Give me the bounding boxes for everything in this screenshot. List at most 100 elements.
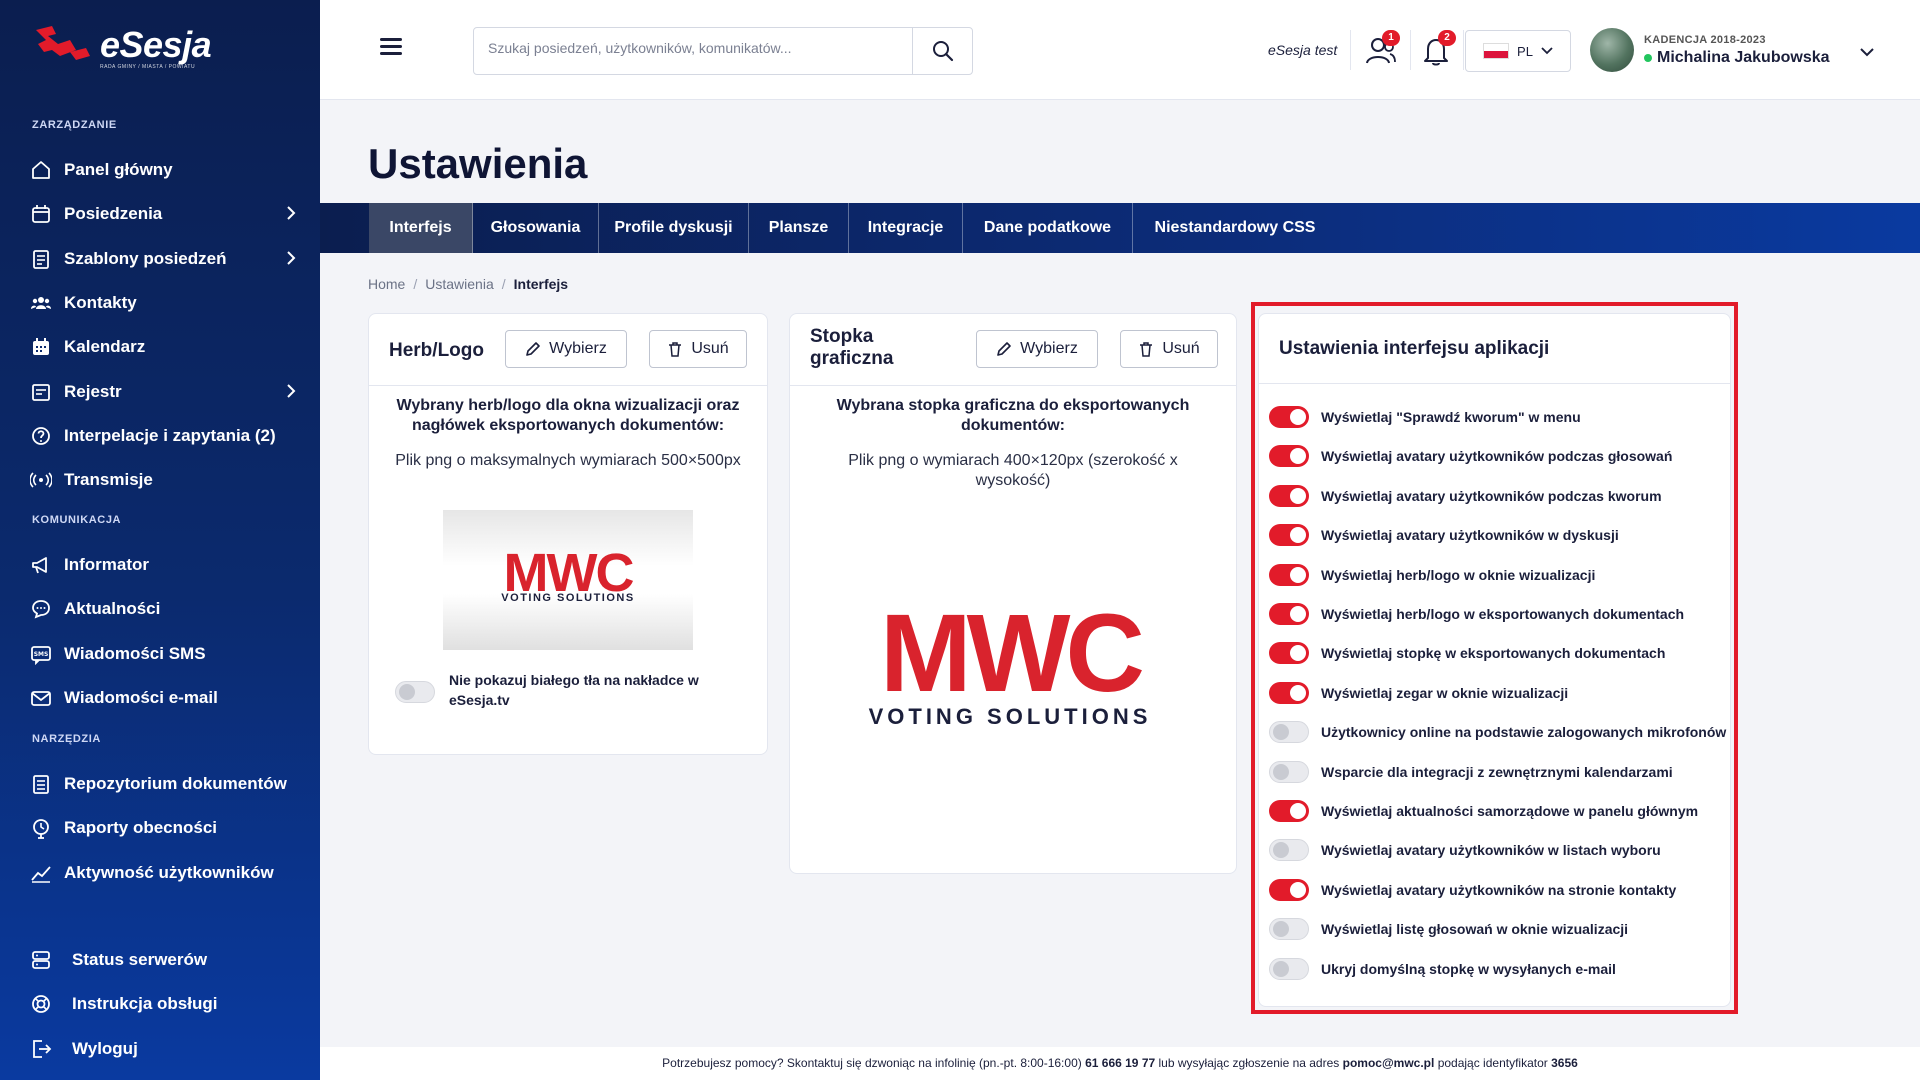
online-status-dot xyxy=(1644,53,1652,62)
user-name: Michalina Jakubowska xyxy=(1657,48,1830,66)
sidebar-item-label: Kalendarz xyxy=(64,337,146,357)
sidebar: eSesja RADA GMINY / MIASTA / POWIATU ZAR… xyxy=(0,0,320,1080)
section-communication: KOMUNIKACJA xyxy=(32,514,122,526)
sidebar-item-szablony-posiedzen[interactable]: Szablony posiedzeń xyxy=(30,241,300,277)
sidebar-item-aktywnosc-uzytkownikow[interactable]: Aktywność użytkowników xyxy=(30,855,300,891)
tab-dane-podatkowe[interactable]: Dane podatkowe xyxy=(963,203,1133,253)
breadcrumb-home[interactable]: Home xyxy=(368,276,405,292)
user-menu-chevron-icon[interactable] xyxy=(1860,44,1874,62)
search-icon xyxy=(932,41,953,62)
svg-text:SMS: SMS xyxy=(34,651,49,658)
users-badge: 1 xyxy=(1382,30,1400,46)
menu-toggle-icon[interactable] xyxy=(380,38,402,56)
sidebar-item-kontakty[interactable]: Kontakty xyxy=(30,285,300,321)
sidebar-item-informator[interactable]: Informator xyxy=(30,547,300,583)
search-input[interactable] xyxy=(488,40,888,56)
sidebar-item-label: Informator xyxy=(64,555,149,574)
brand-name: eSesja xyxy=(100,24,212,65)
help-phone[interactable]: 61 666 19 77 xyxy=(1085,1056,1155,1070)
logo-card-title: Herb/Logo xyxy=(389,340,484,361)
trash-icon xyxy=(669,342,682,357)
brand-logo[interactable]: eSesja RADA GMINY / MIASTA / POWIATU xyxy=(30,22,212,70)
avatar xyxy=(1590,28,1634,72)
tab-plansze[interactable]: Plansze xyxy=(749,203,849,253)
highlight-frame xyxy=(1251,302,1738,1014)
calendar-grid-icon xyxy=(30,336,52,358)
tab-interfejs[interactable]: Interfejs xyxy=(369,203,473,253)
trash-icon xyxy=(1140,342,1153,357)
sidebar-item-wiadomosci-sms[interactable]: SMS Wiadomości SMS xyxy=(30,636,300,672)
sidebar-item-label: Posiedzenia xyxy=(64,204,163,224)
sidebar-item-kalendarz[interactable]: Kalendarz xyxy=(30,329,300,365)
help-email[interactable]: pomoc@mwc.pl xyxy=(1343,1056,1435,1070)
sidebar-item-status-serwerow[interactable]: Status serwerów xyxy=(30,942,300,978)
tab-profile-dyskusji[interactable]: Profile dyskusji xyxy=(599,203,749,253)
logo-preview-subtitle: VOTING SOLUTIONS xyxy=(501,592,635,604)
brand-tagline: RADA GMINY / MIASTA / POWIATU xyxy=(100,64,196,70)
sidebar-item-instrukcja-obslugi[interactable]: Instrukcja obsługi xyxy=(30,986,300,1022)
remove-logo-button[interactable]: Usuń xyxy=(649,330,747,368)
question-icon xyxy=(30,425,52,447)
chevron-right-icon xyxy=(286,383,296,404)
server-icon xyxy=(30,949,52,971)
section-tools: NARZĘDZIA xyxy=(32,733,101,745)
sidebar-item-interpelacje-i-zapytania-2[interactable]: Interpelacje i zapytania (2) xyxy=(30,418,300,454)
help-footer: Potrzebujesz pomocy? Skontaktuj się dzwo… xyxy=(320,1047,1920,1080)
pencil-icon xyxy=(997,342,1011,356)
sidebar-item-rejestr[interactable]: Rejestr xyxy=(30,374,300,410)
logo-description: Plik png o maksymalnych wymiarach 500×50… xyxy=(395,452,741,469)
poland-flag-icon xyxy=(1483,43,1510,59)
sidebar-item-wiadomosci-e-mail[interactable]: Wiadomości e-mail xyxy=(30,680,300,716)
logo-preview-mark: MWC xyxy=(503,543,635,603)
chevron-down-icon xyxy=(1541,47,1553,55)
language-selector[interactable]: PL xyxy=(1465,30,1571,72)
notifications-button[interactable]: 2 xyxy=(1418,30,1456,68)
tab-glosowania[interactable]: Głosowania xyxy=(473,203,599,253)
sidebar-item-aktualnosci[interactable]: Aktualności xyxy=(30,591,300,627)
environment-label: eSesja test xyxy=(1268,42,1338,58)
search-button[interactable] xyxy=(912,28,972,74)
sidebar-item-raporty-obecnosci[interactable]: Raporty obecności xyxy=(30,810,300,846)
white-background-toggle[interactable] xyxy=(395,681,435,703)
tab-niestandardowy-css[interactable]: Niestandardowy CSS xyxy=(1133,203,1337,253)
choose-footer-button[interactable]: Wybierz xyxy=(976,330,1098,368)
user-term: KADENCJA 2018-2023 xyxy=(1644,33,1766,46)
breadcrumb-settings[interactable]: Ustawienia xyxy=(425,276,493,292)
register-icon xyxy=(30,381,52,403)
logo-preview: MWC VOTING SOLUTIONS xyxy=(443,510,693,650)
logout-icon xyxy=(30,1038,52,1060)
settings-tabs: Interfejs Głosowania Profile dyskusji Pl… xyxy=(320,203,1920,253)
logo-description-bold: Wybrany herb/logo dla okna wizualizacji … xyxy=(396,397,740,434)
sidebar-item-wyloguj[interactable]: Wyloguj xyxy=(30,1031,300,1067)
chevron-right-icon xyxy=(286,250,296,271)
user-menu[interactable]: KADENCJA 2018-2023 Michalina Jakubowska xyxy=(1590,28,1830,72)
sidebar-item-label: Wyloguj xyxy=(72,1038,138,1058)
sidebar-item-label: Rejestr xyxy=(64,381,122,401)
sidebar-item-posiedzenia[interactable]: Posiedzenia xyxy=(30,196,300,232)
sidebar-item-transmisje[interactable]: Transmisje xyxy=(30,462,300,498)
footer-preview-subtitle: VOTING SOLUTIONS xyxy=(868,704,1152,729)
search-box xyxy=(473,27,973,75)
sidebar-item-label: Transmisje xyxy=(64,470,153,490)
sidebar-item-label: Status serwerów xyxy=(72,950,208,969)
chat-icon xyxy=(30,598,52,620)
tab-integracje[interactable]: Integracje xyxy=(849,203,963,253)
sidebar-item-repozytorium-dokumentow[interactable]: Repozytorium dokumentów xyxy=(30,766,300,802)
white-background-toggle-label: Nie pokazuj białego tła na nakładce w eS… xyxy=(449,672,699,708)
notifications-badge: 2 xyxy=(1438,30,1456,46)
sidebar-item-label: Raporty obecności xyxy=(64,818,218,838)
calendar-icon xyxy=(30,203,52,225)
home-icon xyxy=(30,159,52,181)
megaphone-icon xyxy=(30,554,52,576)
sidebar-item-label: Panel główny xyxy=(64,160,173,179)
remove-footer-button[interactable]: Usuń xyxy=(1120,330,1218,368)
esesja-logo-icon xyxy=(30,22,94,68)
sidebar-item-panel-glowny[interactable]: Panel główny xyxy=(30,152,300,188)
sidebar-item-label: Wiadomości e-mail xyxy=(64,687,218,707)
contacts-icon xyxy=(30,292,52,314)
footer-graphic-preview: MWC VOTING SOLUTIONS xyxy=(850,599,1170,744)
sidebar-item-label: Repozytorium dokumentów xyxy=(64,774,287,793)
chart-icon xyxy=(30,862,52,884)
online-users-button[interactable]: 1 xyxy=(1362,30,1400,68)
choose-logo-button[interactable]: Wybierz xyxy=(505,330,627,368)
